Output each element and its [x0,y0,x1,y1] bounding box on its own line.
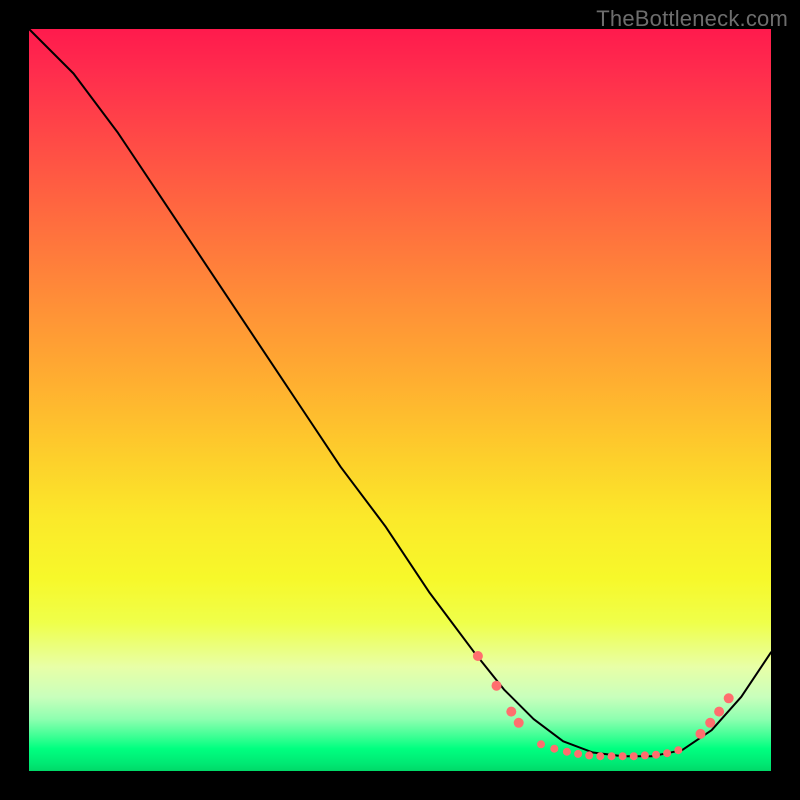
chart-marker [663,749,671,757]
chart-svg-layer [29,29,771,771]
chart-marker [550,745,558,753]
chart-curve [29,29,771,756]
chart-markers-group [473,651,734,760]
chart-marker [652,751,660,759]
chart-marker [608,752,616,760]
chart-marker [492,681,502,691]
chart-marker [705,718,715,728]
chart-marker [563,748,571,756]
chart-marker [514,718,524,728]
chart-marker [714,707,724,717]
chart-plot-area [29,29,771,771]
chart-marker [724,693,734,703]
chart-marker [674,746,682,754]
chart-marker [696,729,706,739]
chart-marker [630,752,638,760]
chart-marker [585,751,593,759]
chart-marker [506,707,516,717]
chart-marker [596,752,604,760]
chart-frame: TheBottleneck.com [0,0,800,800]
chart-marker [619,752,627,760]
chart-marker [641,751,649,759]
chart-marker [574,750,582,758]
watermark-text: TheBottleneck.com [596,6,788,32]
chart-marker [537,740,545,748]
chart-marker [473,651,483,661]
